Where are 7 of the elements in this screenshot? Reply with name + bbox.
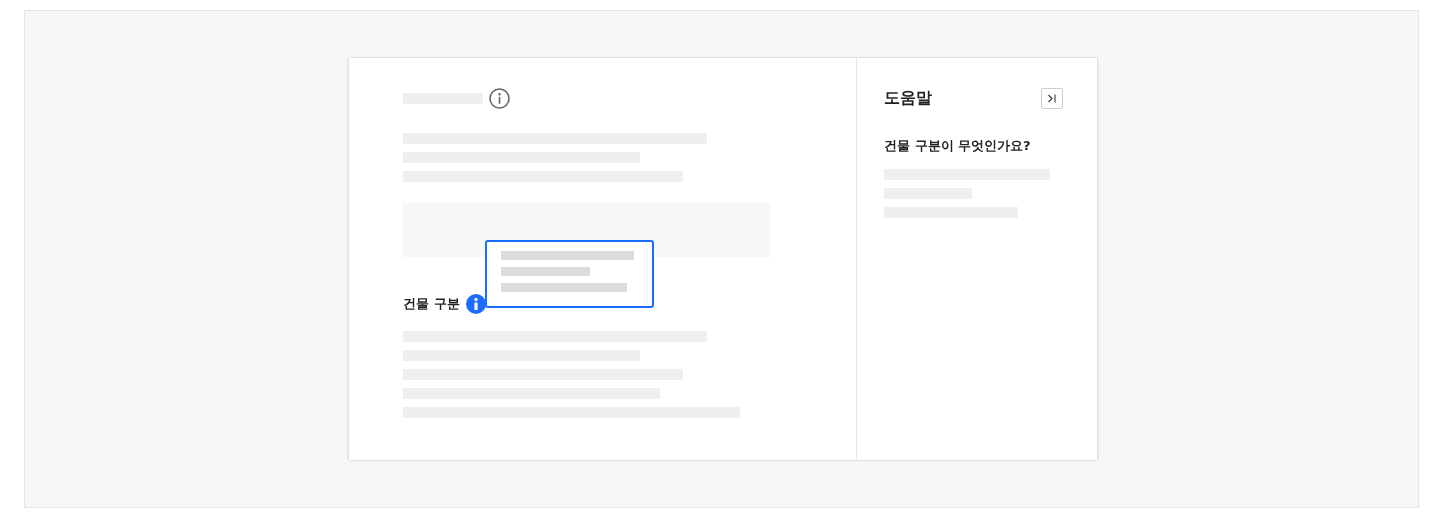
help-title: 도움말	[884, 88, 932, 109]
info-icon[interactable]	[489, 88, 510, 109]
info-icon[interactable]	[465, 294, 486, 314]
help-question: 건물 구분이 무엇인가요?	[884, 137, 1032, 155]
field-label: 건물 구분	[403, 295, 460, 313]
collapse-button[interactable]	[1041, 88, 1063, 109]
collapse-icon	[1047, 94, 1057, 103]
